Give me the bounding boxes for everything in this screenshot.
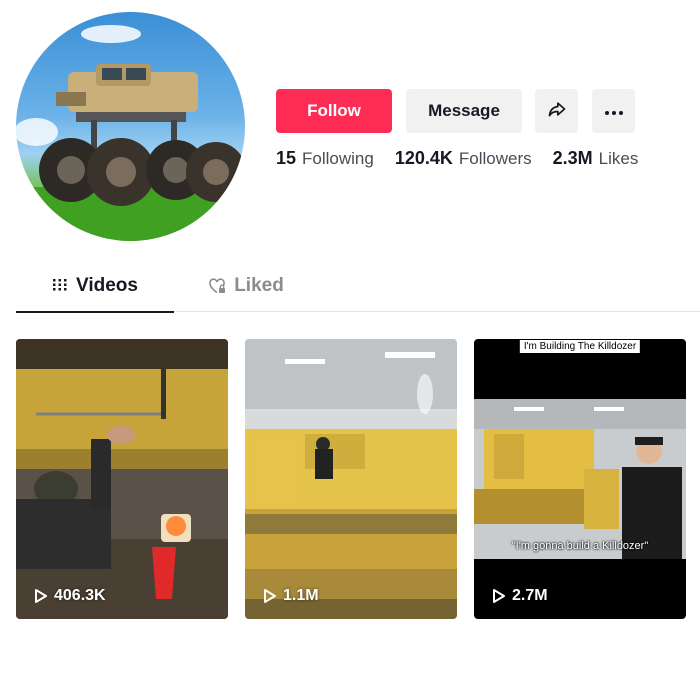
share-arrow-icon xyxy=(547,99,567,124)
play-icon xyxy=(34,588,48,604)
video-thumbnail-image xyxy=(245,339,457,619)
message-button[interactable]: Message xyxy=(406,89,522,133)
tab-videos-label: Videos xyxy=(76,275,138,296)
following-stat[interactable]: 15 Following xyxy=(276,148,374,169)
video-thumbnail-image xyxy=(16,339,228,619)
video-view-count: 1.1M xyxy=(283,587,319,604)
video-views: 406.3K xyxy=(34,587,106,605)
likes-count: 2.3M xyxy=(552,148,593,168)
video-views: 2.7M xyxy=(492,587,548,605)
profile-stats: 15 Following 120.4K Followers 2.3M Likes xyxy=(276,148,659,169)
video-view-count: 406.3K xyxy=(54,587,106,604)
profile-avatar[interactable] xyxy=(16,12,245,241)
tab-videos[interactable]: Videos xyxy=(16,272,174,313)
followers-label: Followers xyxy=(458,149,532,168)
following-label: Following xyxy=(302,149,374,168)
video-thumbnail[interactable]: 406.3K xyxy=(16,339,228,619)
video-view-count: 2.7M xyxy=(512,587,548,604)
likes-stat: 2.3M Likes xyxy=(553,148,639,169)
video-subtitle: "I'm gonna build a Killdozer" xyxy=(511,540,649,552)
video-thumbnail[interactable]: I'm Building The Killdozer "I'm gonna bu… xyxy=(474,339,686,619)
grid-icon xyxy=(52,278,68,292)
video-thumbnail[interactable]: 1.1M xyxy=(245,339,457,619)
video-thumbnail-image xyxy=(474,339,686,619)
heart-lock-icon xyxy=(208,278,226,294)
share-button[interactable] xyxy=(535,89,578,133)
more-button[interactable] xyxy=(592,89,635,133)
play-icon xyxy=(492,588,506,604)
active-tab-indicator xyxy=(16,311,174,313)
follow-button[interactable]: Follow xyxy=(276,89,392,133)
tab-liked-label: Liked xyxy=(234,275,284,296)
monster-truck-avatar xyxy=(16,25,245,241)
play-icon xyxy=(263,588,277,604)
tab-liked[interactable]: Liked xyxy=(196,272,296,312)
followers-count: 120.4K xyxy=(394,148,453,168)
video-top-caption: I'm Building The Killdozer xyxy=(519,340,641,353)
profile-tabs: Videos Liked xyxy=(16,272,700,313)
followers-stat[interactable]: 120.4K Followers xyxy=(395,148,532,169)
more-dots-icon xyxy=(604,101,624,121)
following-count: 15 xyxy=(276,148,297,168)
likes-label: Likes xyxy=(598,149,639,168)
video-views: 1.1M xyxy=(263,587,319,605)
